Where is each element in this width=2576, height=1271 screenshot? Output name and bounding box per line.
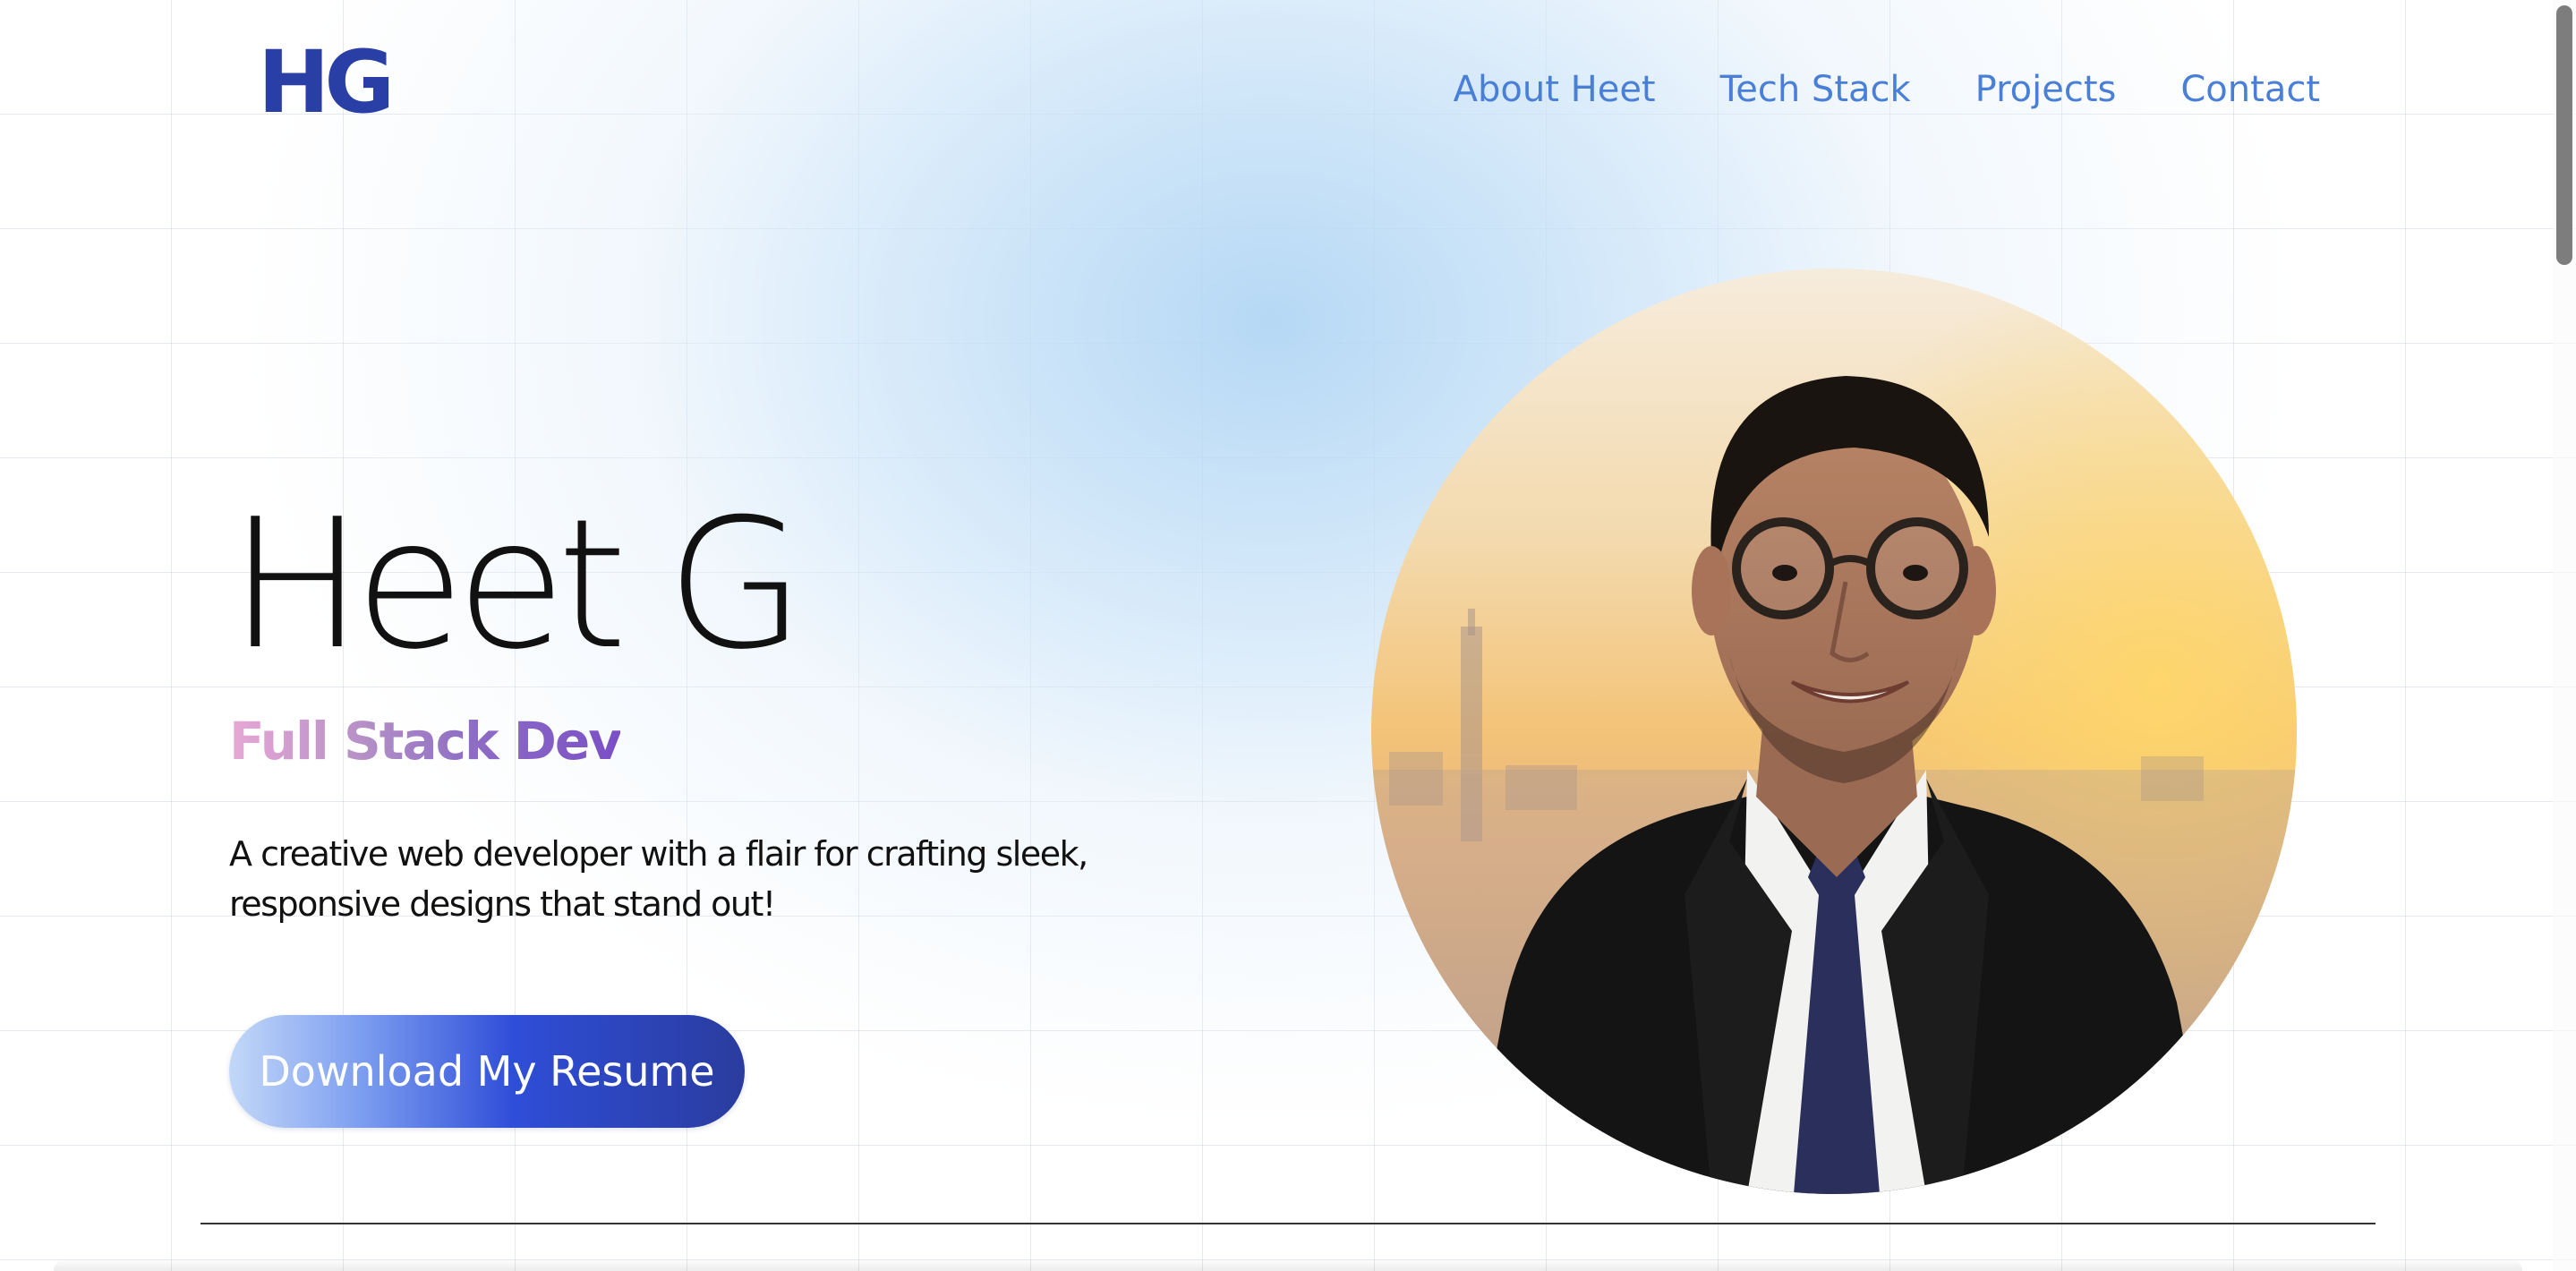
download-resume-button[interactable]: Download My Resume — [229, 1015, 745, 1128]
nav-link-projects[interactable]: Projects — [1975, 68, 2117, 111]
scrollbar-thumb[interactable] — [2556, 5, 2572, 265]
logo[interactable]: HG — [258, 39, 395, 125]
section-divider — [200, 1223, 2376, 1224]
page: HG About Heet Tech Stack Projects Contac… — [0, 0, 2576, 1271]
hero-name: Heet G — [229, 481, 805, 689]
hero-role: Full Stack Dev — [229, 711, 622, 772]
next-section-edge — [54, 1258, 2522, 1271]
nav-link-about[interactable]: About Heet — [1454, 68, 1656, 111]
profile-photo-illustration — [1371, 269, 2297, 1194]
nav-link-contact[interactable]: Contact — [2180, 68, 2320, 111]
main-nav: About Heet Tech Stack Projects Contact — [1454, 68, 2320, 111]
profile-photo — [1371, 269, 2297, 1194]
hero-description: A creative web developer with a flair fo… — [229, 834, 1088, 924]
nav-link-tech-stack[interactable]: Tech Stack — [1720, 68, 1911, 111]
